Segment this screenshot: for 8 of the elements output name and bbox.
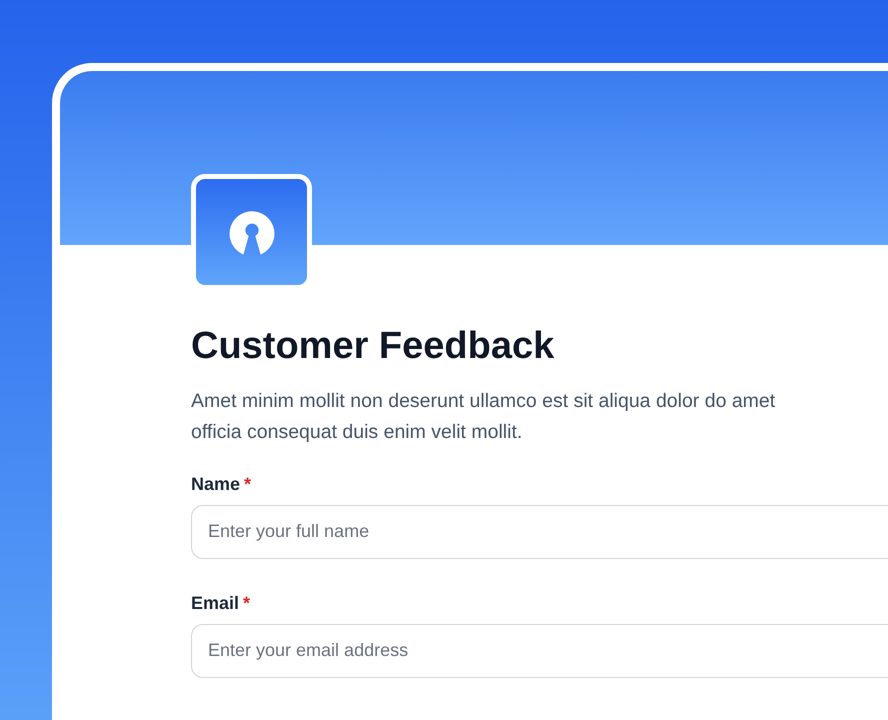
form-description: Amet minim mollit non deserunt ullamco est sit aliqua dolor do amet officia consequat duis enim velit mollit. — [191, 388, 776, 445]
field-label: Email — [191, 592, 240, 614]
input-field[interactable]: Enter your full name — [191, 504, 888, 559]
input-field[interactable]: Enter your email address — [191, 624, 888, 678]
field-label: Name — [191, 474, 240, 495]
form-title: Customer Feedback — [191, 324, 556, 369]
required-mark: * — [244, 474, 252, 495]
required-mark: * — [243, 592, 250, 614]
